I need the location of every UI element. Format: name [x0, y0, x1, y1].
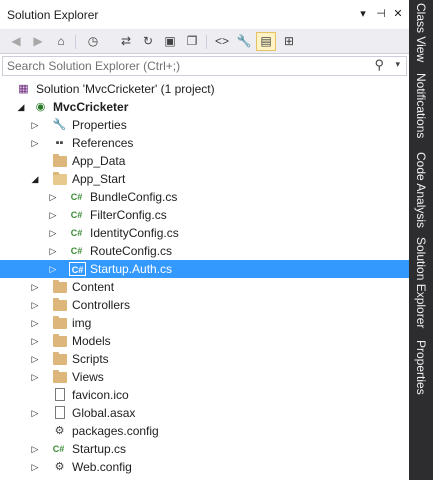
- toolbar-separator: [206, 35, 207, 49]
- csharp-file-icon: C#: [70, 210, 83, 220]
- preview-selected-button[interactable]: ▤: [256, 32, 276, 51]
- collapsed-icon[interactable]: ▷: [48, 188, 58, 206]
- search-box: ⚲ ▾: [2, 56, 407, 76]
- tab-solution-explorer[interactable]: Solution Explorer: [409, 236, 433, 330]
- wrench-icon: 🔧: [52, 119, 67, 131]
- tree-item-img[interactable]: ▷ img: [0, 314, 409, 332]
- tree-item-identityconfig[interactable]: ▷ C# IdentityConfig.cs: [0, 224, 409, 242]
- csharp-file-icon: C#: [70, 228, 83, 238]
- pending-changes-button[interactable]: ◷: [83, 32, 103, 51]
- tree-item-startup-auth[interactable]: ▷ C# Startup.Auth.cs: [0, 260, 409, 278]
- csharp-file-icon: C#: [69, 262, 86, 276]
- solution-explorer-panel: Solution Explorer ▾ ⊣ ✕ ◀ ▶ ⌂ ◷ ⇄ ↻ ▣ ❐ …: [0, 0, 409, 480]
- collapsed-icon[interactable]: ▷: [30, 332, 40, 350]
- forward-button[interactable]: ▶: [28, 32, 48, 51]
- pin-icon[interactable]: ⊣: [373, 6, 389, 22]
- side-tab-strip: Class View Notifications Code Analysis S…: [409, 0, 433, 480]
- folder-icon: [53, 298, 67, 311]
- tab-notifications[interactable]: Notifications: [409, 70, 433, 142]
- web-project-icon: ◉: [35, 101, 46, 113]
- search-icon[interactable]: ⚲: [374, 57, 384, 73]
- collapsed-icon[interactable]: ▷: [48, 224, 58, 242]
- folder-icon: [53, 334, 67, 347]
- folder-open-icon: [53, 172, 67, 185]
- tree-solution-node[interactable]: ▦ Solution 'MvcCricketer' (1 project): [0, 80, 409, 98]
- folder-icon: [53, 154, 67, 167]
- tree-item-bundleconfig[interactable]: ▷ C# BundleConfig.cs: [0, 188, 409, 206]
- tree-item-views[interactable]: ▷ Views: [0, 368, 409, 386]
- close-icon[interactable]: ✕: [390, 6, 406, 22]
- refresh-button[interactable]: ↻: [138, 32, 158, 51]
- tab-code-analysis[interactable]: Code Analysis: [409, 150, 433, 230]
- collapsed-icon[interactable]: ▷: [48, 242, 58, 260]
- tree-item-app-data[interactable]: App_Data: [0, 152, 409, 170]
- tab-properties[interactable]: Properties: [409, 336, 433, 398]
- panel-title: Solution Explorer: [7, 8, 99, 22]
- folder-icon: [53, 352, 67, 365]
- expanded-icon[interactable]: ◢: [30, 170, 40, 188]
- folder-icon: [53, 316, 67, 329]
- collapsed-icon[interactable]: ▷: [30, 314, 40, 332]
- collapse-all-button[interactable]: ▣: [160, 32, 180, 51]
- toolbar-separator: [75, 35, 76, 49]
- collapsed-icon[interactable]: ▷: [30, 134, 40, 152]
- toolbar: ◀ ▶ ⌂ ◷ ⇄ ↻ ▣ ❐ <> 🔧 ▤ ⊞: [0, 30, 409, 54]
- tree-item-favicon[interactable]: favicon.ico: [0, 386, 409, 404]
- dropdown-icon[interactable]: ▾: [355, 6, 371, 22]
- tree-item-web-config[interactable]: ▷ ⚙ Web.config: [0, 458, 409, 476]
- collapsed-icon[interactable]: ▷: [30, 350, 40, 368]
- tab-class-view[interactable]: Class View: [409, 3, 433, 62]
- references-icon: ▪▪: [55, 137, 64, 149]
- collapsed-icon[interactable]: ▷: [30, 440, 40, 458]
- csharp-file-icon: C#: [70, 246, 83, 256]
- tree-item-scripts[interactable]: ▷ Scripts: [0, 350, 409, 368]
- tree-item-properties[interactable]: ▷ 🔧 Properties: [0, 116, 409, 134]
- tree-item-models[interactable]: ▷ Models: [0, 332, 409, 350]
- solution-icon: ▦: [18, 83, 29, 95]
- tree-item-controllers[interactable]: ▷ Controllers: [0, 296, 409, 314]
- collapsed-icon[interactable]: ▷: [48, 206, 58, 224]
- collapsed-icon[interactable]: ▷: [48, 260, 58, 278]
- collapsed-icon[interactable]: ▷: [30, 458, 40, 476]
- search-options-icon[interactable]: ▾: [395, 59, 400, 70]
- tree-item-startup-cs[interactable]: ▷ C# Startup.cs: [0, 440, 409, 458]
- tree-item-routeconfig[interactable]: ▷ C# RouteConfig.cs: [0, 242, 409, 260]
- tree-item-global-asax[interactable]: ▷ Global.asax: [0, 404, 409, 422]
- folder-icon: [53, 280, 67, 293]
- collapsed-icon[interactable]: ▷: [30, 278, 40, 296]
- collapsed-icon[interactable]: ▷: [30, 116, 40, 134]
- expanded-icon[interactable]: ◢: [16, 98, 26, 116]
- panel-title-bar: Solution Explorer ▾ ⊣ ✕: [0, 0, 409, 30]
- sync-button[interactable]: ⇄: [116, 32, 136, 51]
- tree-item-references[interactable]: ▷ ▪▪ References: [0, 134, 409, 152]
- class-diagram-button[interactable]: ⊞: [279, 32, 299, 51]
- asax-file-icon: [55, 406, 65, 419]
- home-button[interactable]: ⌂: [51, 32, 71, 51]
- show-all-files-button[interactable]: ❐: [182, 32, 202, 51]
- tree-item-packages-config[interactable]: ⚙ packages.config: [0, 422, 409, 440]
- csharp-file-icon: C#: [52, 444, 65, 454]
- tree-item-app-start[interactable]: ◢ App_Start: [0, 170, 409, 188]
- tree-item-content[interactable]: ▷ Content: [0, 278, 409, 296]
- folder-icon: [53, 370, 67, 383]
- properties-button[interactable]: 🔧: [234, 32, 254, 51]
- view-code-button[interactable]: <>: [212, 32, 232, 51]
- search-input[interactable]: [7, 58, 367, 74]
- config-file-icon: ⚙: [54, 425, 65, 437]
- image-file-icon: [55, 388, 65, 401]
- back-button[interactable]: ◀: [6, 32, 26, 51]
- csharp-file-icon: C#: [70, 192, 83, 202]
- tree-item-filterconfig[interactable]: ▷ C# FilterConfig.cs: [0, 206, 409, 224]
- tree-project-node[interactable]: ◢ ◉ MvcCricketer: [0, 98, 409, 116]
- collapsed-icon[interactable]: ▷: [30, 296, 40, 314]
- config-file-icon: ⚙: [54, 461, 65, 473]
- collapsed-icon[interactable]: ▷: [30, 404, 40, 422]
- collapsed-icon[interactable]: ▷: [30, 368, 40, 386]
